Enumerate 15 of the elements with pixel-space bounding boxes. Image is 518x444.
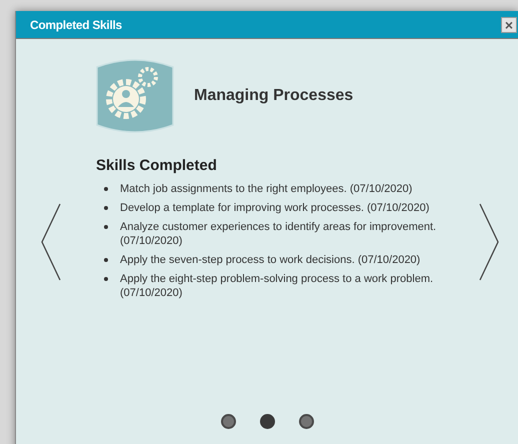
bullet-icon — [104, 258, 108, 262]
skill-item: Develop a template for improving work processes. (07/10/2020) — [120, 200, 430, 214]
section-heading: Skills Completed — [96, 156, 218, 176]
bullet-icon — [104, 276, 108, 280]
gear-person-icon — [96, 57, 174, 135]
window-title: Completed Skills — [29, 16, 122, 34]
skill-item: Match job assignments to the right employees. (07/10/2020) — [120, 182, 412, 196]
skill-item: Apply the eight-step problem-solving process to a work problem. (07/10/2020) — [120, 272, 434, 300]
skill-item: Apply the seven-step process to work decisions. (07/10/2020) — [120, 252, 420, 266]
bullet-icon — [104, 224, 108, 228]
bullet-icon — [104, 186, 108, 190]
skill-item: Analyze customer experiences to identify areas for improvement. (07/10/2020) — [120, 220, 438, 248]
bullet-icon — [104, 206, 108, 210]
close-button[interactable]: × — [501, 16, 517, 32]
course-title: Managing Processes — [194, 86, 354, 106]
